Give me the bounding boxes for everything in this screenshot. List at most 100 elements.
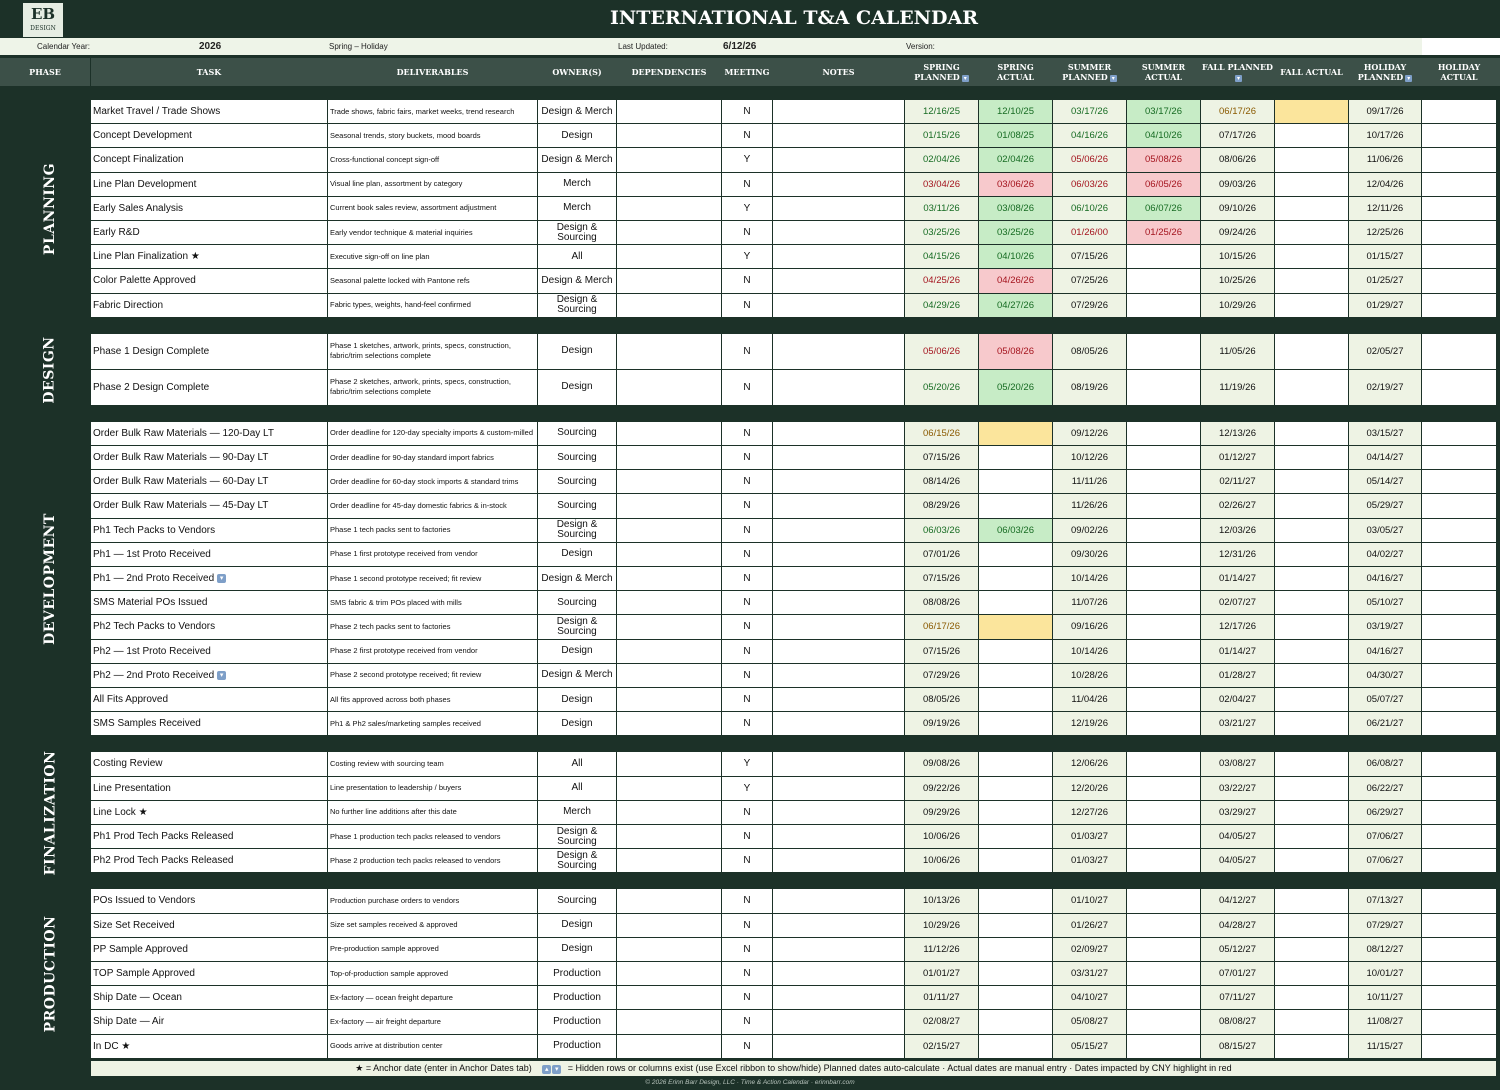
deliverables-cell[interactable]: Pre-production sample approved xyxy=(328,937,537,961)
spring-planned-cell[interactable]: 07/15/26 xyxy=(905,639,978,663)
spring-actual-cell[interactable] xyxy=(979,663,1052,687)
task-cell[interactable]: Order Bulk Raw Materials — 60-Day LT xyxy=(91,470,327,494)
summer-planned-cell[interactable]: 11/07/26 xyxy=(1053,591,1126,615)
deliverables-cell[interactable]: All fits approved across both phases xyxy=(328,688,537,712)
dependencies-cell[interactable] xyxy=(617,446,721,470)
summer-actual-cell[interactable] xyxy=(1127,542,1200,566)
summer-actual-cell[interactable] xyxy=(1127,245,1200,269)
summer-actual-cell[interactable] xyxy=(1127,752,1200,776)
deliverables-cell[interactable]: Early vendor technique & material inquir… xyxy=(328,221,537,245)
spring-actual-cell[interactable] xyxy=(979,470,1052,494)
summer-planned-cell[interactable]: 10/28/26 xyxy=(1053,663,1126,687)
holiday-actual-cell[interactable] xyxy=(1422,986,1496,1010)
summer-planned-cell[interactable]: 06/10/26 xyxy=(1053,196,1126,220)
season-value[interactable]: Spring – Holiday xyxy=(329,38,388,55)
owner-cell[interactable]: All xyxy=(538,752,616,776)
meeting-cell[interactable]: N xyxy=(722,712,772,736)
spring-actual-cell[interactable]: 04/26/26 xyxy=(979,269,1052,293)
task-cell[interactable]: Ph1 Prod Tech Packs Released xyxy=(91,825,327,849)
owner-cell[interactable]: Sourcing xyxy=(538,889,616,913)
fall-actual-cell[interactable] xyxy=(1275,1010,1348,1034)
deliverables-cell[interactable]: Seasonal palette locked with Pantone ref… xyxy=(328,269,537,293)
summer-planned-cell[interactable]: 03/31/27 xyxy=(1053,962,1126,986)
holiday-planned-cell[interactable]: 04/30/27 xyxy=(1349,663,1421,687)
fall-planned-cell[interactable]: 10/15/26 xyxy=(1201,245,1274,269)
summer-actual-cell[interactable]: 05/08/26 xyxy=(1127,148,1200,172)
notes-cell[interactable] xyxy=(773,421,904,445)
holiday-planned-cell[interactable]: 07/06/27 xyxy=(1349,849,1421,873)
task-cell[interactable]: Color Palette Approved xyxy=(91,269,327,293)
spring-actual-cell[interactable] xyxy=(979,776,1052,800)
holiday-planned-cell[interactable]: 02/05/27 xyxy=(1349,333,1421,369)
notes-cell[interactable] xyxy=(773,986,904,1010)
holiday-actual-cell[interactable] xyxy=(1422,800,1496,824)
spring-planned-cell[interactable]: 08/29/26 xyxy=(905,494,978,518)
fall-actual-cell[interactable] xyxy=(1275,421,1348,445)
summer-planned-cell[interactable]: 05/15/27 xyxy=(1053,1034,1126,1058)
holiday-actual-cell[interactable] xyxy=(1422,615,1496,639)
fall-actual-cell[interactable] xyxy=(1275,100,1348,124)
fall-actual-cell[interactable] xyxy=(1275,470,1348,494)
spring-actual-cell[interactable]: 02/04/26 xyxy=(979,148,1052,172)
holiday-planned-cell[interactable]: 05/07/27 xyxy=(1349,688,1421,712)
notes-cell[interactable] xyxy=(773,446,904,470)
hidden-rows-icon[interactable]: ▾ xyxy=(217,574,227,584)
task-cell[interactable]: Concept Development xyxy=(91,124,327,148)
summer-planned-cell[interactable]: 09/12/26 xyxy=(1053,421,1126,445)
summer-actual-cell[interactable] xyxy=(1127,825,1200,849)
meeting-cell[interactable]: N xyxy=(722,124,772,148)
meeting-cell[interactable]: Y xyxy=(722,245,772,269)
fall-actual-cell[interactable] xyxy=(1275,615,1348,639)
notes-cell[interactable] xyxy=(773,100,904,124)
fall-actual-cell[interactable] xyxy=(1275,148,1348,172)
fall-actual-cell[interactable] xyxy=(1275,1034,1348,1058)
fall-planned-cell[interactable]: 12/31/26 xyxy=(1201,542,1274,566)
spring-planned-cell[interactable]: 09/29/26 xyxy=(905,800,978,824)
fall-planned-cell[interactable]: 03/29/27 xyxy=(1201,800,1274,824)
holiday-actual-cell[interactable] xyxy=(1422,470,1496,494)
task-cell[interactable]: Order Bulk Raw Materials — 120-Day LT xyxy=(91,421,327,445)
spring-actual-cell[interactable]: 05/08/26 xyxy=(979,333,1052,369)
spring-planned-cell[interactable]: 04/25/26 xyxy=(905,269,978,293)
summer-planned-cell[interactable]: 10/14/26 xyxy=(1053,567,1126,591)
summer-planned-cell[interactable]: 04/10/27 xyxy=(1053,986,1126,1010)
spring-planned-cell[interactable]: 01/15/26 xyxy=(905,124,978,148)
notes-cell[interactable] xyxy=(773,937,904,961)
summer-planned-cell[interactable]: 07/25/26 xyxy=(1053,269,1126,293)
spring-actual-cell[interactable]: 12/10/25 xyxy=(979,100,1052,124)
header-fall-planned[interactable]: FALL PLANNED ▾ xyxy=(1201,58,1274,86)
fall-actual-cell[interactable] xyxy=(1275,518,1348,542)
spring-actual-cell[interactable] xyxy=(979,542,1052,566)
summer-planned-cell[interactable]: 01/26/00 xyxy=(1053,221,1126,245)
summer-actual-cell[interactable] xyxy=(1127,688,1200,712)
meeting-cell[interactable]: N xyxy=(722,221,772,245)
meeting-cell[interactable]: N xyxy=(722,591,772,615)
fall-actual-cell[interactable] xyxy=(1275,124,1348,148)
spring-planned-cell[interactable]: 04/15/26 xyxy=(905,245,978,269)
fall-actual-cell[interactable] xyxy=(1275,172,1348,196)
dependencies-cell[interactable] xyxy=(617,369,721,405)
owner-cell[interactable]: Design xyxy=(538,369,616,405)
holiday-actual-cell[interactable] xyxy=(1422,688,1496,712)
owner-cell[interactable]: Design & Sourcing xyxy=(538,293,616,317)
notes-cell[interactable] xyxy=(773,712,904,736)
holiday-actual-cell[interactable] xyxy=(1422,1010,1496,1034)
summer-planned-cell[interactable]: 08/05/26 xyxy=(1053,333,1126,369)
spring-planned-cell[interactable]: 03/25/26 xyxy=(905,221,978,245)
spring-planned-cell[interactable]: 06/15/26 xyxy=(905,421,978,445)
dependencies-cell[interactable] xyxy=(617,1034,721,1058)
task-cell[interactable]: Ship Date — Ocean xyxy=(91,986,327,1010)
notes-cell[interactable] xyxy=(773,148,904,172)
notes-cell[interactable] xyxy=(773,962,904,986)
deliverables-cell[interactable]: Executive sign-off on line plan xyxy=(328,245,537,269)
dependencies-cell[interactable] xyxy=(617,986,721,1010)
task-cell[interactable]: TOP Sample Approved xyxy=(91,962,327,986)
fall-actual-cell[interactable] xyxy=(1275,221,1348,245)
dependencies-cell[interactable] xyxy=(617,825,721,849)
dependencies-cell[interactable] xyxy=(617,470,721,494)
summer-actual-cell[interactable] xyxy=(1127,421,1200,445)
task-cell[interactable]: All Fits Approved xyxy=(91,688,327,712)
summer-actual-cell[interactable]: 01/25/26 xyxy=(1127,221,1200,245)
header-notes[interactable]: NOTES xyxy=(773,58,904,86)
meeting-cell[interactable]: N xyxy=(722,663,772,687)
